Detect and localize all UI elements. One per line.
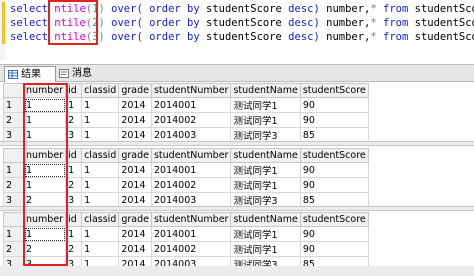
- tab-messages-label: 消息: [72, 68, 92, 79]
- number-column-highlight-box: [23, 83, 68, 266]
- cell-studentnumber[interactable]: 2014002: [150, 112, 232, 128]
- row-number[interactable]: 2: [3, 177, 24, 193]
- column-header-grade[interactable]: grade: [118, 212, 152, 227]
- cell-classid[interactable]: 1: [81, 226, 120, 242]
- row-number[interactable]: 1: [3, 162, 24, 178]
- change-marker: [2, 2, 5, 44]
- result-grid-2[interactable]: number id classid grade studentNumber st…: [3, 148, 471, 208]
- cell-studentscore[interactable]: 90: [299, 177, 369, 193]
- tab-messages[interactable]: 消息: [56, 66, 102, 82]
- cell-studentname[interactable]: 测试同学1: [230, 112, 301, 128]
- sql-editor[interactable]: select ntile(1) over( order by studentSc…: [0, 0, 474, 60]
- column-header-studentnumber[interactable]: studentNumber: [150, 148, 232, 163]
- tab-results-label: 结果: [21, 69, 41, 80]
- results-pane-footer: [0, 266, 474, 276]
- cell-grade[interactable]: 2014: [118, 177, 152, 193]
- cell-classid[interactable]: 1: [81, 241, 120, 257]
- cell-studentnumber[interactable]: 2014001: [150, 226, 232, 242]
- cell-studentname[interactable]: 测试同学1: [230, 226, 301, 242]
- cell-studentnumber[interactable]: 2014002: [150, 241, 232, 257]
- column-header-classid[interactable]: classid: [81, 212, 120, 227]
- column-header-studentnumber[interactable]: studentNumber: [150, 212, 232, 227]
- column-header-studentname[interactable]: studentName: [230, 212, 301, 227]
- column-header-studentscore[interactable]: studentScore: [299, 83, 369, 98]
- result-grid-1[interactable]: number id classid grade studentNumber st…: [3, 83, 471, 143]
- row-number[interactable]: 2: [3, 112, 24, 128]
- column-header-grade[interactable]: grade: [118, 83, 152, 98]
- ntile-highlight-box: [48, 0, 98, 45]
- cell-grade[interactable]: 2014: [118, 241, 152, 257]
- cell-classid[interactable]: 1: [81, 162, 120, 178]
- cell-classid[interactable]: 1: [81, 112, 120, 128]
- cell-studentnumber[interactable]: 2014001: [150, 162, 232, 178]
- column-header-grade[interactable]: grade: [118, 148, 152, 163]
- row-number[interactable]: 1: [3, 226, 24, 242]
- cell-studentscore[interactable]: 90: [299, 226, 369, 242]
- result-grid-3[interactable]: number id classid grade studentNumber st…: [3, 212, 471, 272]
- grid-splitter[interactable]: [0, 206, 474, 211]
- cell-classid[interactable]: 1: [81, 177, 120, 193]
- grid-icon: [8, 70, 18, 79]
- cell-grade[interactable]: 2014: [118, 112, 152, 128]
- editor-gutter: [0, 0, 6, 60]
- cell-studentname[interactable]: 测试同学1: [230, 97, 301, 113]
- cell-studentscore[interactable]: 90: [299, 162, 369, 178]
- column-header-studentname[interactable]: studentName: [230, 83, 301, 98]
- column-header-classid[interactable]: classid: [81, 148, 120, 163]
- cell-grade[interactable]: 2014: [118, 162, 152, 178]
- cell-studentscore[interactable]: 90: [299, 241, 369, 257]
- row-header-corner[interactable]: [3, 212, 24, 227]
- results-tabbar: 结果 消息: [0, 64, 474, 82]
- row-header-corner[interactable]: [3, 148, 24, 163]
- column-header-studentscore[interactable]: studentScore: [299, 212, 369, 227]
- message-icon: [59, 69, 69, 78]
- cell-studentname[interactable]: 测试同学1: [230, 241, 301, 257]
- cell-studentnumber[interactable]: 2014001: [150, 97, 232, 113]
- column-header-studentname[interactable]: studentName: [230, 148, 301, 163]
- cell-studentscore[interactable]: 90: [299, 112, 369, 128]
- cell-grade[interactable]: 2014: [118, 97, 152, 113]
- tab-results[interactable]: 结果: [4, 66, 56, 82]
- row-number[interactable]: 2: [3, 241, 24, 257]
- row-header-corner[interactable]: [3, 83, 24, 98]
- grid-splitter[interactable]: [0, 141, 474, 146]
- cell-studentname[interactable]: 测试同学1: [230, 177, 301, 193]
- column-header-classid[interactable]: classid: [81, 83, 120, 98]
- cell-studentscore[interactable]: 90: [299, 97, 369, 113]
- cell-studentname[interactable]: 测试同学1: [230, 162, 301, 178]
- row-number[interactable]: 1: [3, 97, 24, 113]
- cell-grade[interactable]: 2014: [118, 226, 152, 242]
- cell-studentnumber[interactable]: 2014002: [150, 177, 232, 193]
- cell-classid[interactable]: 1: [81, 97, 120, 113]
- column-header-studentscore[interactable]: studentScore: [299, 148, 369, 163]
- column-header-studentnumber[interactable]: studentNumber: [150, 83, 232, 98]
